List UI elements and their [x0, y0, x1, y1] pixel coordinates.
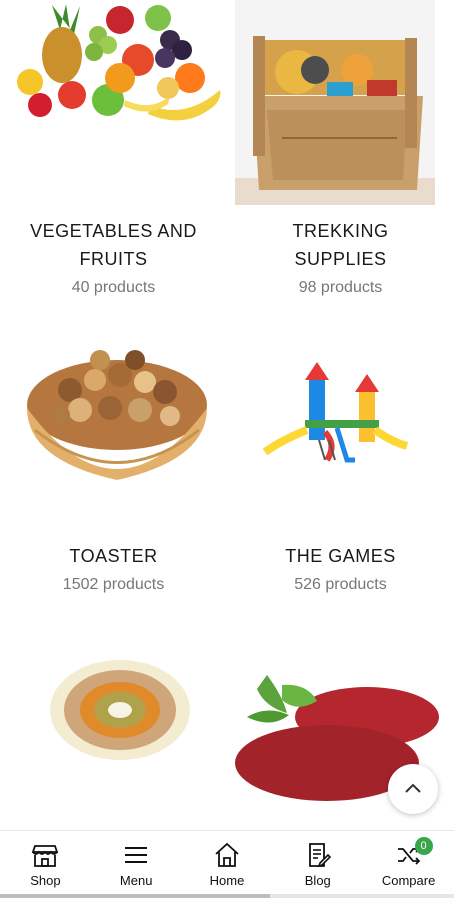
category-title[interactable]: TREKKING — [227, 217, 454, 245]
nav-blog[interactable]: Blog — [272, 831, 363, 901]
category-title[interactable]: THE GAMES — [227, 542, 454, 570]
category-card-platter[interactable] — [0, 645, 227, 830]
nav-shop[interactable]: Shop — [0, 831, 91, 901]
nav-label-blog: Blog — [304, 873, 331, 888]
compare-count-badge: 0 — [414, 837, 433, 855]
shop-icon — [32, 845, 59, 867]
category-card-the-games[interactable]: THE GAMES 526 products — [227, 320, 454, 620]
category-card-toaster[interactable]: TOASTER 1502 products — [0, 320, 227, 620]
category-count: 40 products — [71, 279, 156, 296]
category-grid: VEGETABLES AND FRUITS 40 products TREKKI… — [0, 0, 454, 830]
category-card-trekking-supplies[interactable]: TREKKING SUPPLIES 98 products — [227, 0, 454, 320]
scroll-to-top-button[interactable] — [388, 764, 438, 814]
gesture-bar-fill — [0, 894, 270, 898]
nav-label-menu: Menu — [119, 873, 153, 888]
home-icon — [215, 842, 239, 867]
nav-label-shop: Shop — [30, 873, 61, 888]
category-image-trekking[interactable] — [227, 0, 454, 205]
category-count: 1502 products — [62, 576, 165, 593]
menu-icon — [125, 847, 148, 863]
nav-label-home: Home — [209, 873, 245, 888]
category-count: 526 products — [294, 576, 387, 593]
nav-label-compare: Compare — [381, 873, 436, 888]
category-title[interactable]: TOASTER — [0, 542, 227, 570]
gesture-bar — [0, 894, 454, 898]
category-count: 98 products — [298, 279, 383, 296]
category-card-vegetables-fruits[interactable]: VEGETABLES AND FRUITS 40 products — [0, 0, 227, 320]
category-image-nuts[interactable] — [0, 320, 227, 510]
category-image-fruits[interactable] — [0, 0, 227, 205]
category-title-line2[interactable]: SUPPLIES — [227, 245, 454, 273]
category-title[interactable]: VEGETABLES AND — [0, 217, 227, 245]
bottom-navigation: Shop Menu Home Blog 0 Compare — [0, 830, 454, 901]
chevron-up-icon — [405, 783, 421, 793]
nav-compare[interactable]: 0 Compare — [363, 831, 454, 901]
category-title-line2[interactable]: FRUITS — [0, 245, 227, 273]
nav-menu[interactable]: Menu — [91, 831, 182, 901]
category-image-playground[interactable] — [227, 320, 454, 510]
nav-home[interactable]: Home — [182, 831, 273, 901]
category-image-platter[interactable] — [0, 645, 227, 775]
blog-icon — [308, 843, 331, 868]
